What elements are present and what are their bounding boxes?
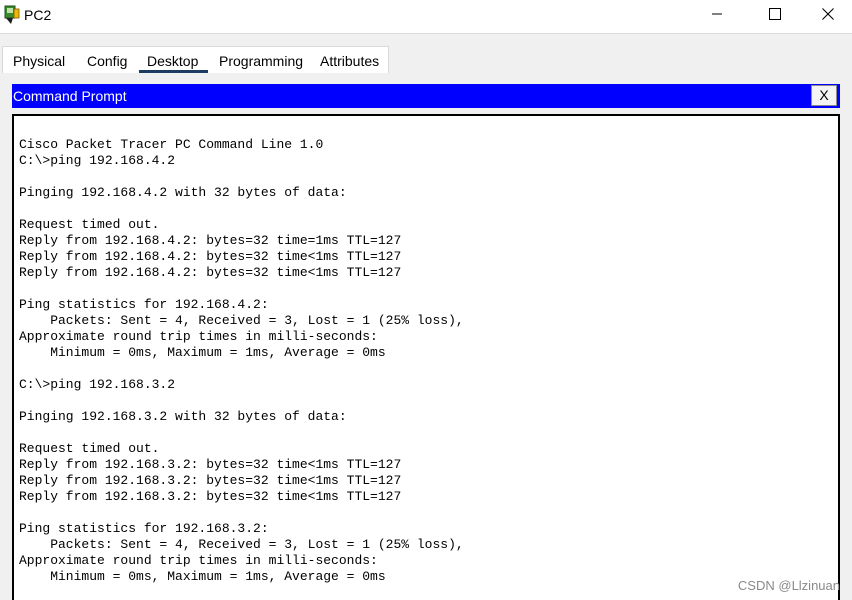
maximize-button[interactable] [746,0,804,32]
terminal-line: Reply from 192.168.4.2: bytes=32 time<1m… [19,249,402,264]
terminal-line: Reply from 192.168.3.2: bytes=32 time<1m… [19,489,402,504]
terminal-output[interactable]: Cisco Packet Tracer PC Command Line 1.0 … [12,114,840,600]
terminal-line: Minimum = 0ms, Maximum = 1ms, Average = … [19,569,386,584]
terminal-line: Request timed out. [19,217,160,232]
terminal-line: C:\>ping 192.168.3.2 [19,377,176,392]
terminal-line: Reply from 192.168.4.2: bytes=32 time<1m… [19,265,402,280]
tab-attributes[interactable]: Attributes [320,51,379,71]
minimize-icon [711,7,723,25]
tab-physical[interactable]: Physical [13,51,65,71]
tab-strip: Physical Config Desktop Programming Attr… [0,33,852,75]
tab-desktop[interactable]: Desktop [138,51,209,74]
terminal-line: Minimum = 0ms, Maximum = 1ms, Average = … [19,345,386,360]
tab-programming[interactable]: Programming [219,51,303,71]
terminal-line: Approximate round trip times in milli-se… [19,329,378,344]
terminal-line: Approximate round trip times in milli-se… [19,553,378,568]
terminal-line: Ping statistics for 192.168.3.2: [19,521,269,536]
window-title: PC2 [24,7,52,23]
tab-config[interactable]: Config [87,51,127,71]
terminal-line: Pinging 192.168.3.2 with 32 bytes of dat… [19,409,347,424]
command-prompt-close-button[interactable]: X [811,85,837,106]
packet-tracer-pc-icon [4,5,20,25]
terminal-line: Reply from 192.168.3.2: bytes=32 time<1m… [19,473,402,488]
terminal-line: Request timed out. [19,441,160,456]
terminal-line: Packets: Sent = 4, Received = 3, Lost = … [19,537,464,552]
terminal-line: Reply from 192.168.4.2: bytes=32 time=1m… [19,233,402,248]
command-prompt-title: Command Prompt [13,88,127,104]
minimize-button[interactable] [688,0,746,32]
terminal-text: Cisco Packet Tracer PC Command Line 1.0 … [19,137,464,585]
terminal-line: Cisco Packet Tracer PC Command Line 1.0 [19,137,324,152]
close-window-button[interactable] [804,0,852,32]
close-icon [822,7,834,25]
terminal-line: Packets: Sent = 4, Received = 3, Lost = … [19,313,464,328]
watermark: CSDN @Llzinuan [737,578,840,593]
command-prompt-header: Command Prompt X [12,84,840,108]
terminal-line: Ping statistics for 192.168.4.2: [19,297,269,312]
terminal-line: C:\>ping 192.168.4.2 [19,153,176,168]
terminal-line: Pinging 192.168.4.2 with 32 bytes of dat… [19,185,347,200]
terminal-line: Reply from 192.168.3.2: bytes=32 time<1m… [19,457,402,472]
maximize-icon [769,7,781,25]
title-bar: PC2 [0,0,852,32]
